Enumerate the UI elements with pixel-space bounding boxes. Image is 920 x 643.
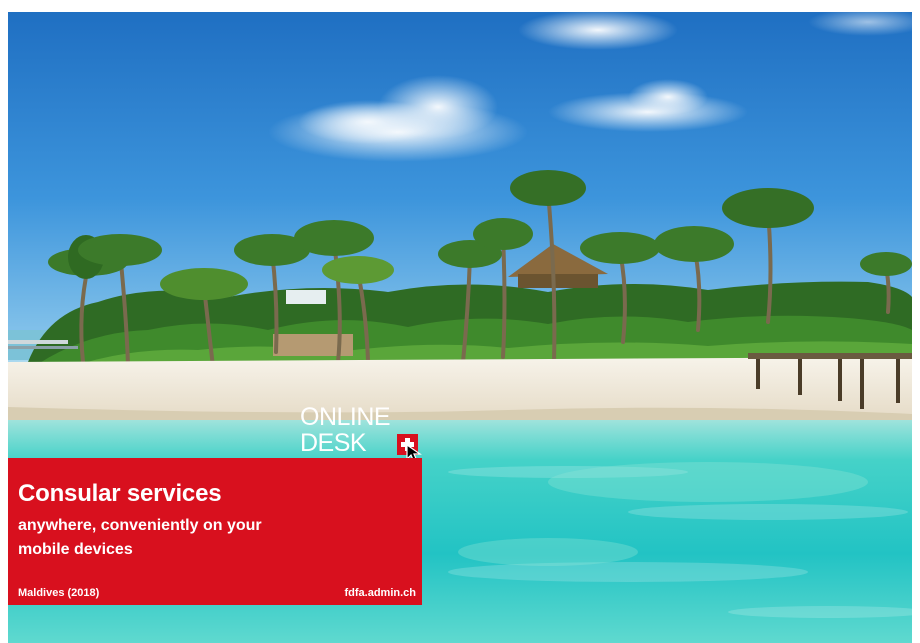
online-desk-logo[interactable]: ONLINE DESK bbox=[300, 403, 424, 463]
sand-beach bbox=[8, 357, 912, 417]
promo-subline-2: mobile devices bbox=[18, 541, 133, 558]
promo-subline: anywhere, conveniently on your mobile de… bbox=[18, 514, 262, 562]
logo-text-online: ONLINE bbox=[300, 403, 391, 431]
logo-text-desk: DESK bbox=[300, 429, 367, 457]
promo-subline-1: anywhere, conveniently on your bbox=[18, 517, 262, 534]
photo-location-caption: Maldives (2018) bbox=[18, 587, 100, 599]
website-link[interactable]: fdfa.admin.ch bbox=[344, 587, 416, 599]
promo-panel[interactable]: Consular services anywhere, conveniently… bbox=[8, 458, 422, 605]
promo-heading: Consular services bbox=[18, 480, 222, 507]
